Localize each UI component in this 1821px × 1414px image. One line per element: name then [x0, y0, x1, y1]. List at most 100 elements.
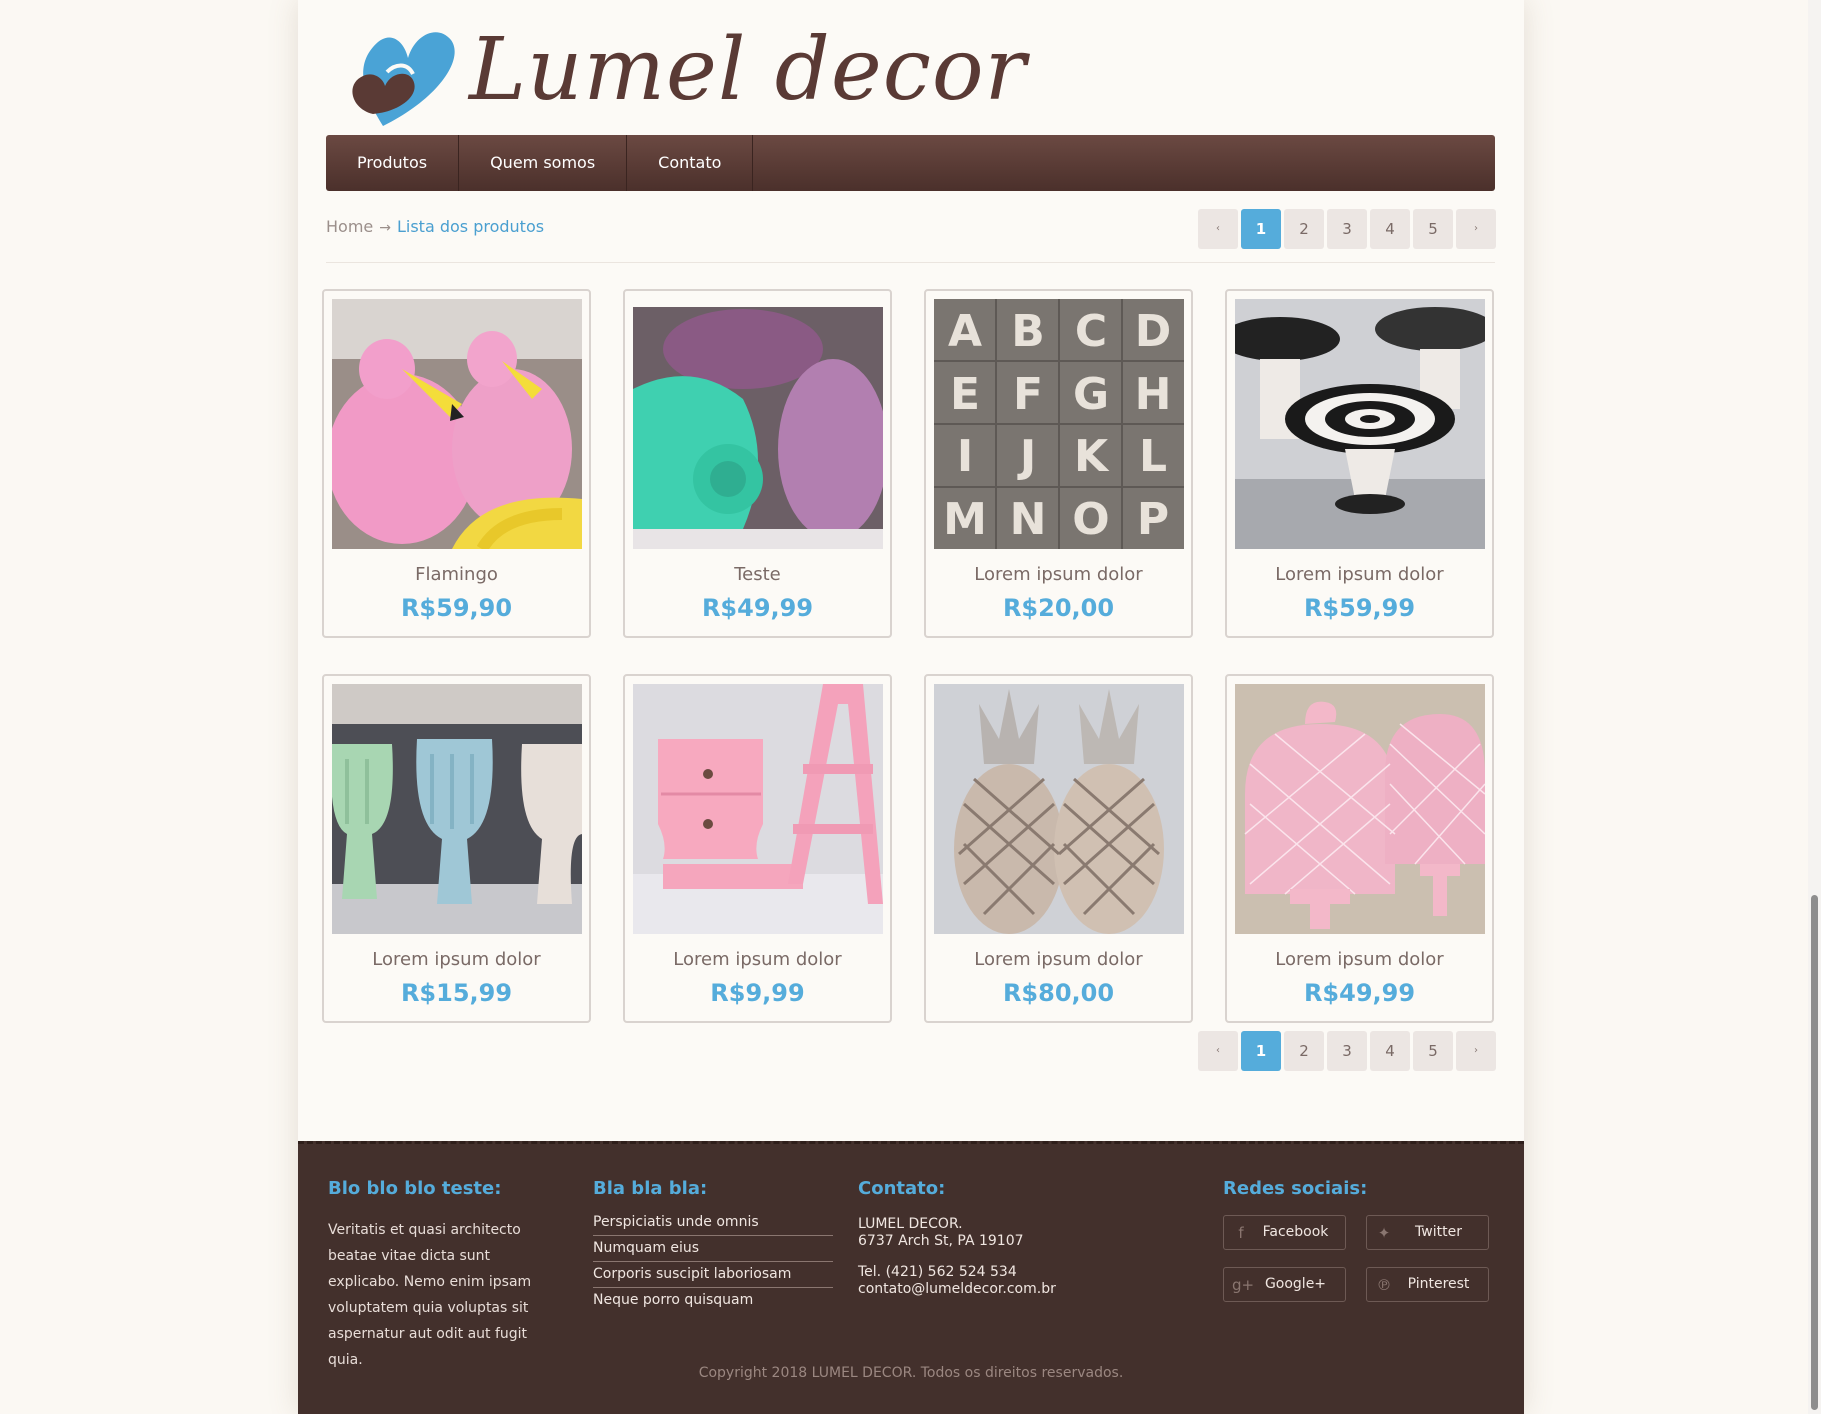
google-plus-label: Google+	[1264, 1276, 1327, 1292]
product-image[interactable]	[633, 684, 883, 934]
svg-text:A: A	[948, 306, 982, 357]
prev-page-button[interactable]: ‹	[1198, 1031, 1238, 1071]
product-price: R$49,99	[701, 594, 814, 622]
page-3-button[interactable]: 3	[1327, 209, 1367, 249]
product-card-pastel-vases[interactable]: Lorem ipsum dolor R$15,99	[322, 674, 591, 1023]
product-name[interactable]: Lorem ipsum dolor	[1227, 949, 1492, 970]
product-name[interactable]: Lorem ipsum dolor	[926, 949, 1191, 970]
svg-text:I: I	[957, 431, 973, 482]
svg-text:F: F	[1013, 369, 1043, 420]
product-card-cloches[interactable]: Lorem ipsum dolor R$49,99	[1225, 674, 1494, 1023]
product-card-flamingo[interactable]: Flamingo R$59,90	[322, 289, 591, 638]
page-5-button[interactable]: 5	[1413, 1031, 1453, 1071]
product-image[interactable]	[1235, 684, 1485, 934]
page-3-button[interactable]: 3	[1327, 1031, 1367, 1071]
nav-item-produtos[interactable]: Produtos	[326, 135, 460, 191]
page-5-button[interactable]: 5	[1413, 209, 1453, 249]
facebook-label: Facebook	[1262, 1224, 1329, 1240]
facebook-icon: f	[1238, 1224, 1244, 1242]
site-logo[interactable]: Lumel decor	[343, 14, 1026, 132]
scrollbar-thumb[interactable]	[1811, 895, 1818, 1410]
brand-name: Lumel decor	[469, 20, 1027, 120]
product-name[interactable]: Lorem ipsum dolor	[1227, 564, 1492, 585]
svg-text:N: N	[1010, 494, 1047, 545]
product-card-pineapples[interactable]: Lorem ipsum dolor R$80,00	[924, 674, 1193, 1023]
footer-title-about: Blo blo blo teste:	[328, 1178, 502, 1199]
product-price: R$59,90	[400, 594, 513, 622]
product-card-pink-furniture[interactable]: Lorem ipsum dolor R$9,99	[623, 674, 892, 1023]
product-image[interactable]: ABCD EFGH IJKL MNOP	[934, 299, 1184, 549]
breadcrumb: Home → Lista dos produtos	[326, 217, 544, 236]
page-scrollbar[interactable]	[1808, 0, 1821, 1414]
product-name[interactable]: Teste	[625, 564, 890, 585]
product-card-letters[interactable]: ABCD EFGH IJKL MNOP Lorem ipsum dolor R$…	[924, 289, 1193, 638]
page-1-button[interactable]: 1	[1241, 1031, 1281, 1071]
pagination-bottom: ‹ 1 2 3 4 5 ›	[1198, 1031, 1499, 1071]
page-2-button[interactable]: 2	[1284, 209, 1324, 249]
footer-title-social: Redes sociais:	[1223, 1178, 1368, 1199]
product-price: R$20,00	[1002, 594, 1115, 622]
contact-email[interactable]: contato@lumeldecor.com.br	[858, 1281, 1056, 1298]
product-card-teste[interactable]: Teste R$49,99	[623, 289, 892, 638]
svg-text:B: B	[1011, 306, 1045, 357]
product-name[interactable]: Lorem ipsum dolor	[926, 564, 1191, 585]
page-container: Lumel decor Produtos Quem somos Contato …	[298, 0, 1524, 1414]
footer-contact: LUMEL DECOR. 6737 Arch St, PA 19107 Tel.…	[858, 1216, 1056, 1298]
twitter-icon: ✦	[1377, 1224, 1391, 1242]
product-image[interactable]	[633, 299, 883, 549]
facebook-button[interactable]: f Facebook	[1223, 1215, 1346, 1250]
next-page-button[interactable]: ›	[1456, 209, 1496, 249]
contact-company: LUMEL DECOR.	[858, 1216, 963, 1232]
product-card-cake-stands[interactable]: Lorem ipsum dolor R$59,99	[1225, 289, 1494, 638]
breadcrumb-current: Lista dos produtos	[396, 217, 545, 236]
product-name[interactable]: Flamingo	[324, 564, 589, 585]
footer-link[interactable]: Numquam eius	[593, 1236, 833, 1262]
svg-text:G: G	[1073, 369, 1109, 420]
page-4-button[interactable]: 4	[1370, 209, 1410, 249]
footer-title-links: Bla bla bla:	[593, 1178, 708, 1199]
breadcrumb-arrow-icon: →	[379, 220, 391, 236]
pinterest-icon: ℗	[1376, 1276, 1392, 1294]
product-image[interactable]	[934, 684, 1184, 934]
footer-link[interactable]: Neque porro quisquam	[593, 1288, 833, 1313]
contact-address: 6737 Arch St, PA 19107	[858, 1233, 1024, 1249]
nav-item-contato[interactable]: Contato	[627, 135, 754, 191]
product-price: R$59,99	[1303, 594, 1416, 622]
footer-link[interactable]: Corporis suscipit laboriosam	[593, 1262, 833, 1288]
site-footer: Blo blo blo teste: Veritatis et quasi ar…	[298, 1141, 1524, 1414]
footer-title-contact: Contato:	[858, 1178, 946, 1199]
breadcrumb-home-link[interactable]: Home	[326, 217, 373, 236]
main-nav: Produtos Quem somos Contato	[326, 135, 1495, 191]
product-image[interactable]	[332, 299, 582, 549]
twitter-button[interactable]: ✦ Twitter	[1366, 1215, 1489, 1250]
footer-about-text: Veritatis et quasi architecto beatae vit…	[328, 1222, 532, 1368]
social-buttons: f Facebook ✦ Twitter g+ Google+ ℗ Pinter…	[1223, 1215, 1493, 1325]
svg-text:O: O	[1072, 494, 1109, 545]
page-4-button[interactable]: 4	[1370, 1031, 1410, 1071]
svg-text:K: K	[1074, 431, 1110, 482]
page-1-button[interactable]: 1	[1241, 209, 1281, 249]
svg-text:J: J	[1017, 431, 1036, 482]
twitter-label: Twitter	[1415, 1224, 1462, 1240]
product-name[interactable]: Lorem ipsum dolor	[324, 949, 589, 970]
google-plus-button[interactable]: g+ Google+	[1223, 1267, 1346, 1302]
pinterest-label: Pinterest	[1407, 1276, 1470, 1292]
svg-text:C: C	[1075, 306, 1107, 357]
svg-text:E: E	[950, 369, 980, 420]
svg-text:M: M	[943, 494, 987, 545]
product-name[interactable]: Lorem ipsum dolor	[625, 949, 890, 970]
product-image[interactable]	[332, 684, 582, 934]
svg-text:P: P	[1137, 494, 1169, 545]
google-plus-icon: g+	[1232, 1276, 1255, 1294]
page-2-button[interactable]: 2	[1284, 1031, 1324, 1071]
svg-text:H: H	[1135, 369, 1172, 420]
product-price: R$9,99	[710, 979, 805, 1007]
product-price: R$80,00	[1002, 979, 1115, 1007]
product-image[interactable]	[1235, 299, 1485, 549]
footer-link[interactable]: Perspiciatis unde omnis	[593, 1210, 833, 1236]
nav-item-quem-somos[interactable]: Quem somos	[459, 135, 628, 191]
pinterest-button[interactable]: ℗ Pinterest	[1366, 1267, 1489, 1302]
next-page-button[interactable]: ›	[1456, 1031, 1496, 1071]
divider	[326, 262, 1495, 263]
prev-page-button[interactable]: ‹	[1198, 209, 1238, 249]
